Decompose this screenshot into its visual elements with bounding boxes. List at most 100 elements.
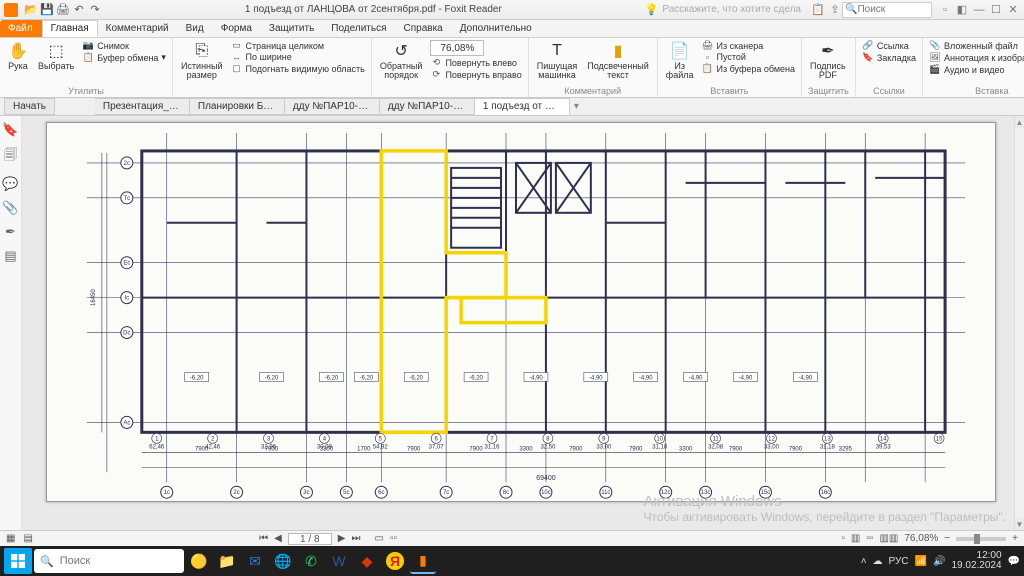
zoom-combo[interactable]: 76,08% (430, 40, 484, 56)
rotate-right-button[interactable]: ⟳Повернуть вправо (430, 69, 521, 80)
scroll-down-icon[interactable]: ▼ (1015, 518, 1024, 530)
tab-share[interactable]: Поделиться (323, 20, 395, 37)
search-box[interactable]: 🔍 (842, 2, 932, 18)
taskbar-mail[interactable]: ✉ (242, 548, 268, 574)
actual-size-button[interactable]: ⎘Истинный размер (179, 40, 225, 82)
share-icon[interactable]: ⇪ (828, 3, 842, 17)
tray-chevron-icon[interactable]: ˄ (861, 556, 867, 567)
attachments-panel-icon[interactable]: 📎 (2, 200, 18, 216)
tab-extra[interactable]: Дополнительно (452, 20, 541, 37)
taskbar-explorer[interactable]: 📁 (214, 548, 240, 574)
taskbar-edge[interactable]: 🌐 (270, 548, 296, 574)
tab-list-dropdown[interactable]: ▾ (570, 98, 583, 115)
zoom-in-icon[interactable]: + (1012, 533, 1018, 544)
zoom-out-icon[interactable]: − (944, 533, 950, 544)
start-button[interactable] (4, 548, 32, 574)
doc-tab-3[interactable]: дду №ПАР10-85 от 2… (285, 98, 380, 115)
tray-notifications-icon[interactable]: 💬 (1008, 556, 1020, 567)
bookmark-button[interactable]: 🔖Закладка (862, 52, 916, 63)
clipboard-button[interactable]: 📋Буфер обмена ▾ (82, 52, 166, 63)
image-annot-button[interactable]: 🖼Аннотация к изображению (929, 52, 1024, 63)
tray-network-icon[interactable]: 📶 (915, 556, 927, 567)
two-continuous-icon[interactable]: ▥▥ (879, 533, 898, 544)
tray-clock[interactable]: 12:00 19.02.2024 (951, 551, 1001, 571)
taskbar-whatsapp[interactable]: ✆ (298, 548, 324, 574)
tab-protect[interactable]: Защитить (261, 20, 323, 37)
search-input[interactable] (857, 4, 917, 15)
pages-panel-icon[interactable]: 🗐 (4, 146, 17, 168)
tab-form[interactable]: Форма (213, 20, 261, 37)
bookmarks-panel-icon[interactable]: 🔖 (2, 122, 18, 138)
from-scanner-button[interactable]: 🖨Из сканера (702, 40, 796, 51)
single-page-icon[interactable]: ▫ (841, 533, 845, 544)
tab-help[interactable]: Справка (396, 20, 452, 37)
taskbar-word[interactable]: W (326, 548, 352, 574)
link-button[interactable]: 🔗Ссылка (862, 40, 916, 51)
two-page-icon[interactable]: ▫▫ (866, 533, 873, 544)
continuous-icon[interactable]: ▭ (374, 533, 383, 544)
doc-tab-1[interactable]: Презентация_Акватор… (95, 98, 190, 115)
tray-language[interactable]: РУС (889, 556, 909, 567)
rotate-left-button[interactable]: ⟲Повернуть влево (430, 57, 521, 68)
maximize-icon[interactable]: ☐ (989, 3, 1003, 17)
page-input[interactable]: 1 / 8 (288, 533, 332, 545)
last-page-icon[interactable]: ⏭ (351, 533, 360, 544)
first-page-icon[interactable]: ⏮ (259, 533, 268, 544)
page-canvas[interactable]: -6,20-6,20-6,20-6,20-6,20-6,20-4,90-4,90… (22, 116, 1024, 530)
vertical-scrollbar[interactable]: ▲ ▼ (1014, 116, 1024, 530)
taskbar-foxit[interactable]: ▮ (410, 548, 436, 574)
taskbar-copilot[interactable]: 🟡 (186, 548, 212, 574)
pdf-sign-button[interactable]: ✒Подпись PDF (808, 40, 848, 82)
undo-icon[interactable]: ↶ (72, 3, 86, 17)
taskbar-search-input[interactable] (60, 555, 178, 567)
thumbnails-view-icon[interactable]: ▦ (6, 533, 15, 544)
highlight-button[interactable]: ▮Подсвеченный текст (585, 40, 651, 82)
reading-view-icon[interactable]: ▤ (23, 533, 32, 544)
layers-panel-icon[interactable]: ▤ (4, 248, 16, 264)
fit-width-button[interactable]: ↔По ширине (231, 52, 365, 62)
scroll-up-icon[interactable]: ▲ (1015, 116, 1024, 128)
snapshot-button[interactable]: 📷Снимок (82, 40, 166, 51)
tab-comment[interactable]: Комментарий (98, 20, 178, 37)
doc-tab-2[interactable]: Планировки Бурова … (190, 98, 285, 115)
taskbar-search[interactable]: 🔍 (34, 549, 184, 573)
typewriter-button[interactable]: TПишущая машинка (535, 40, 580, 82)
taskbar-app[interactable]: ◆ (354, 548, 380, 574)
prev-page-icon[interactable]: ◀ (274, 533, 282, 544)
attach-file-button[interactable]: 📎Вложенный файл (929, 40, 1024, 51)
next-page-icon[interactable]: ▶ (338, 533, 346, 544)
facing-icon[interactable]: ▫▫ (390, 533, 397, 544)
fit-visible-button[interactable]: ▢Подогнать видимую область (231, 63, 365, 74)
fit-page-button[interactable]: ▭Страница целиком (231, 40, 365, 51)
tab-file[interactable]: Файл (0, 20, 42, 37)
reflow-button[interactable]: ↺Обратный порядок (378, 40, 425, 82)
select-tool-button[interactable]: ⬚Выбрать (36, 40, 76, 72)
taskbar-yandex[interactable]: Я (382, 548, 408, 574)
tab-view[interactable]: Вид (178, 20, 213, 37)
audio-video-button[interactable]: 🎬Аудио и видео (929, 64, 1024, 75)
notification-icon[interactable]: 📋 (811, 3, 825, 17)
tab-home[interactable]: Главная (42, 20, 98, 37)
minimize-icon[interactable]: — (972, 3, 986, 17)
tell-me-hint[interactable]: Расскажите, что хотите сдела (662, 4, 801, 15)
hand-tool-button[interactable]: ✋Рука (6, 40, 30, 72)
open-icon[interactable]: 📂 (24, 3, 38, 17)
doc-tab-5[interactable]: 1 подъезд от ЛАНЦОВ…✕ (475, 98, 570, 115)
close-icon[interactable]: ✕ (1006, 3, 1020, 17)
redo-icon[interactable]: ↷ (88, 3, 102, 17)
doc-tab-4[interactable]: дду №ПАР10-86 от 2… (380, 98, 475, 115)
help-icon[interactable]: ◧ (955, 3, 969, 17)
signatures-panel-icon[interactable]: ✒ (5, 224, 16, 240)
from-file-button[interactable]: 📄Из файла (664, 40, 696, 82)
continuous-page-icon[interactable]: ▥ (851, 533, 860, 544)
print-icon[interactable]: 🖨 (56, 3, 70, 17)
comments-panel-icon[interactable]: 💬 (2, 176, 18, 192)
ribbon-minimize-icon[interactable]: ▫ (938, 3, 952, 17)
save-icon[interactable]: 💾 (40, 3, 54, 17)
tray-volume-icon[interactable]: 🔊 (933, 556, 945, 567)
zoom-slider[interactable] (956, 537, 1006, 541)
from-clipboard-button[interactable]: 📋Из буфера обмена (702, 63, 796, 74)
doc-tab-start[interactable]: Начать (4, 98, 55, 115)
blank-page-button[interactable]: ▫Пустой (702, 52, 796, 62)
tray-onedrive-icon[interactable]: ☁ (873, 556, 883, 567)
